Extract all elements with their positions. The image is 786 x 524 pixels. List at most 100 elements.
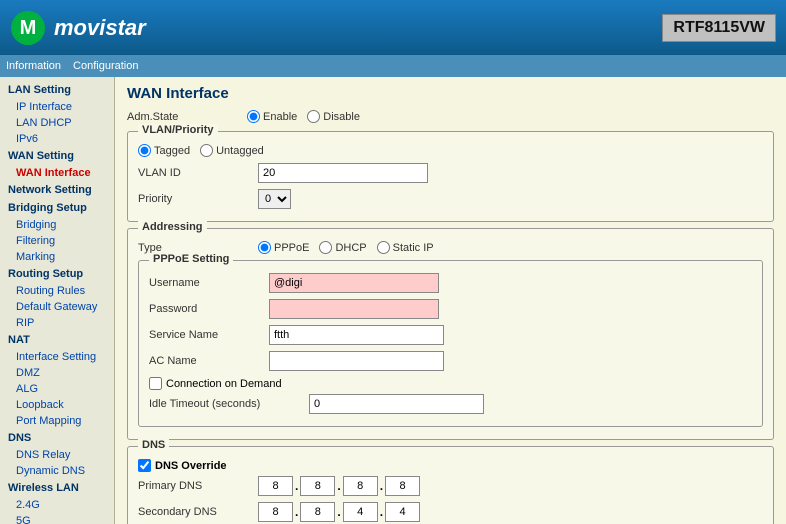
idle-timeout-label: Idle Timeout (seconds) [149,398,309,410]
secondary-dns-4[interactable] [385,502,420,522]
service-name-label: Service Name [149,329,269,341]
dns-box: DNS DNS Override Primary DNS . . . [127,446,774,524]
pppoe-setting-box: PPPoE Setting Username Password Service … [138,260,763,427]
sidebar-section-dns[interactable]: DNS [0,429,114,447]
password-row: Password [149,299,752,319]
sidebar-item-marking[interactable]: Marking [0,249,114,265]
secondary-dns-dot-3: . [378,505,385,519]
disable-radio-label[interactable]: Disable [307,110,360,123]
primary-dns-1[interactable] [258,476,293,496]
service-name-row: Service Name [149,325,752,345]
service-name-input[interactable] [269,325,444,345]
pppoe-radio-label[interactable]: PPPoE [258,241,309,254]
priority-label: Priority [138,193,258,205]
secondary-dns-dot-2: . [335,505,342,519]
pppoe-setting-legend: PPPoE Setting [149,253,233,265]
connection-on-demand-label: Connection on Demand [166,378,282,390]
static-ip-radio-label[interactable]: Static IP [377,241,434,254]
idle-timeout-row: Idle Timeout (seconds) [149,394,752,414]
sidebar-item-dns-relay[interactable]: DNS Relay [0,447,114,463]
untagged-radio-label[interactable]: Untagged [200,144,264,157]
secondary-dns-3[interactable] [343,502,378,522]
sidebar-item-interface-setting[interactable]: Interface Setting [0,349,114,365]
enable-label: Enable [263,111,297,123]
static-ip-radio[interactable] [377,241,390,254]
adm-state-label: Adm.State [127,111,247,123]
nav-information[interactable]: Information [6,60,61,72]
type-label: Type [138,242,258,254]
primary-dns-3[interactable] [343,476,378,496]
password-input[interactable] [269,299,439,319]
addressing-legend: Addressing [138,221,207,233]
primary-dns-label: Primary DNS [138,480,258,492]
dhcp-label: DHCP [335,242,366,254]
sidebar-section-nat[interactable]: NAT [0,331,114,349]
tagged-radio[interactable] [138,144,151,157]
dns-override-row: DNS Override [138,459,763,472]
sidebar-item-rip[interactable]: RIP [0,315,114,331]
pppoe-radio[interactable] [258,241,271,254]
enable-radio-label[interactable]: Enable [247,110,297,123]
page-title: WAN Interface [127,85,774,102]
sidebar-item-5g[interactable]: 5G [0,513,114,524]
dns-override-label: DNS Override [155,460,227,472]
untagged-radio[interactable] [200,144,213,157]
sidebar-section-bridging-setup[interactable]: Bridging Setup [0,199,114,217]
sidebar-item-loopback[interactable]: Loopback [0,397,114,413]
sidebar-section-wireless-lan[interactable]: Wireless LAN [0,479,114,497]
password-label: Password [149,303,269,315]
vlan-id-row: VLAN ID [138,163,763,183]
sidebar-item-default-gateway[interactable]: Default Gateway [0,299,114,315]
dhcp-radio-label[interactable]: DHCP [319,241,366,254]
vlan-id-input[interactable] [258,163,428,183]
nav-bar: Information Configuration [0,55,786,77]
sidebar-section-routing-setup[interactable]: Routing Setup [0,265,114,283]
addressing-box: Addressing Type PPPoE DHCP Static IP [127,228,774,440]
svg-text:M: M [20,17,37,39]
sidebar-section-lan-setting[interactable]: LAN Setting [0,81,114,99]
sidebar-item-wan-interface[interactable]: WAN Interface [0,165,114,181]
vlan-priority-box: VLAN/Priority Tagged Untagged VLAN ID [127,131,774,222]
header: M movistar RTF8115VW [0,0,786,55]
sidebar-item-dynamic-dns[interactable]: Dynamic DNS [0,463,114,479]
connection-on-demand-checkbox[interactable] [149,377,162,390]
primary-dns-row: Primary DNS . . . [138,476,763,496]
sidebar-section-network-setting[interactable]: Network Setting [0,181,114,199]
sidebar-item-alg[interactable]: ALG [0,381,114,397]
sidebar-item-port-mapping[interactable]: Port Mapping [0,413,114,429]
username-row: Username [149,273,752,293]
enable-radio[interactable] [247,110,260,123]
nav-configuration[interactable]: Configuration [73,60,138,72]
tagged-radio-label[interactable]: Tagged [138,144,190,157]
tagged-row: Tagged Untagged [138,144,763,157]
sidebar-section-wan-setting[interactable]: WAN Setting [0,147,114,165]
logo-area: M movistar [10,10,146,46]
disable-radio[interactable] [307,110,320,123]
priority-select[interactable]: 0 1 2 3 4 5 6 7 [258,189,291,209]
sidebar-item-ip-interface[interactable]: IP Interface [0,99,114,115]
secondary-dns-label: Secondary DNS [138,506,258,518]
ac-name-input[interactable] [269,351,444,371]
brand-name: movistar [54,15,146,41]
sidebar-item-filtering[interactable]: Filtering [0,233,114,249]
static-ip-label: Static IP [393,242,434,254]
sidebar-item-2.4g[interactable]: 2.4G [0,497,114,513]
secondary-dns-1[interactable] [258,502,293,522]
secondary-dns-2[interactable] [300,502,335,522]
username-input[interactable] [269,273,439,293]
sidebar-item-bridging[interactable]: Bridging [0,217,114,233]
dhcp-radio[interactable] [319,241,332,254]
primary-dns-4[interactable] [385,476,420,496]
primary-dns-dot-2: . [335,479,342,493]
primary-dns-2[interactable] [300,476,335,496]
sidebar-item-routing-rules[interactable]: Routing Rules [0,283,114,299]
type-radio-group: PPPoE DHCP Static IP [258,241,434,254]
device-id: RTF8115VW [662,14,776,42]
sidebar-item-ipv6[interactable]: IPv6 [0,131,114,147]
tagged-label: Tagged [154,145,190,157]
idle-timeout-input[interactable] [309,394,484,414]
sidebar-item-lan-dhcp[interactable]: LAN DHCP [0,115,114,131]
sidebar-item-dmz[interactable]: DMZ [0,365,114,381]
ac-name-label: AC Name [149,355,269,367]
dns-override-checkbox[interactable] [138,459,151,472]
